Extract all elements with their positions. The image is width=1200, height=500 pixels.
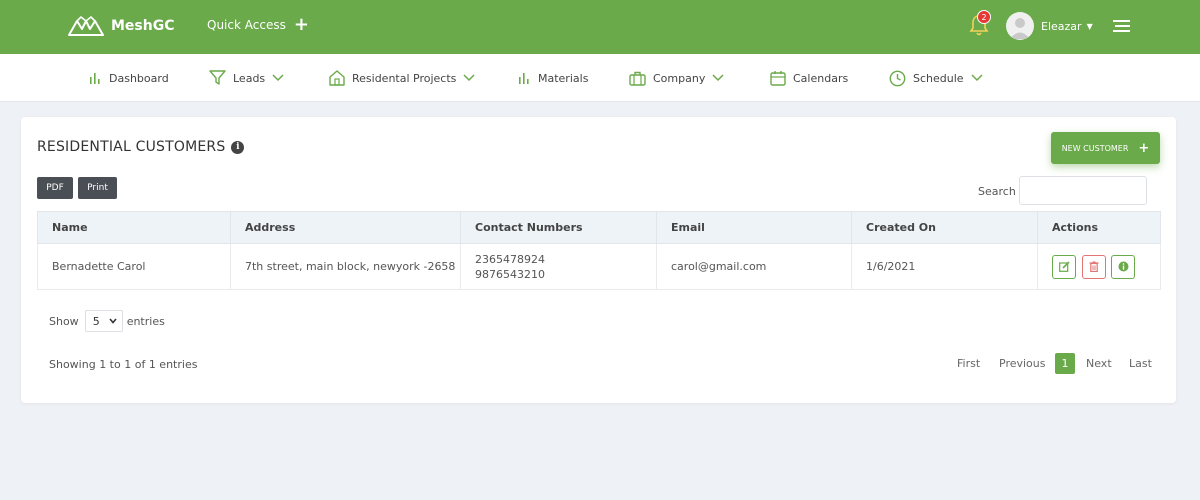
info-button[interactable] (1111, 254, 1135, 279)
nav-calendars[interactable]: Calendars (770, 54, 848, 102)
info-icon[interactable]: i (231, 140, 245, 154)
print-button[interactable]: Print (78, 177, 117, 199)
chevron-down-icon (971, 74, 983, 82)
nav-schedule-label: Schedule (913, 71, 964, 85)
customers-card: RESIDENTIAL CUSTOMERS i NEW CUSTOMER + P… (21, 117, 1176, 403)
show-label: Show (49, 314, 79, 328)
nav-calendars-label: Calendars (793, 71, 849, 85)
entries-label: entries (126, 314, 165, 328)
row-actions (1037, 243, 1161, 290)
user-name: Eleazar (1041, 19, 1082, 33)
customer-email: carol@gmail.com (656, 243, 852, 290)
table-info: Showing 1 to 1 of 1 entries (49, 358, 198, 371)
new-customer-button[interactable]: NEW CUSTOMER + (1051, 132, 1160, 164)
customer-contact: 2365478924 9876543210 (460, 243, 657, 290)
app-name: MeshGC (111, 18, 175, 34)
nav-company-label: Company (653, 71, 706, 85)
clock-icon (889, 70, 906, 86)
quick-access-label: Quick Access (207, 18, 286, 32)
nav-schedule[interactable]: Schedule (889, 54, 990, 102)
nav-materials-label: Materials (538, 71, 589, 85)
top-bar: MeshGC Quick Access + 2 Eleazar ▼ (0, 0, 1200, 54)
avatar (1006, 12, 1034, 40)
nav-dashboard-label: Dashboard (109, 71, 169, 85)
pagination-previous[interactable]: Previous (999, 353, 1046, 374)
new-customer-label: NEW CUSTOMER (1061, 143, 1129, 153)
table-row: Bernadette Carol 7th street, main block,… (37, 243, 1161, 290)
info-circle-icon (1118, 261, 1128, 272)
entries-select[interactable]: 5 (84, 310, 123, 332)
pagination-next[interactable]: Next (1086, 353, 1112, 374)
mesh-logo-icon (68, 16, 104, 36)
nav-residental-projects[interactable]: Residental Projects (329, 54, 482, 102)
chevron-down-icon (109, 318, 117, 324)
column-header-actions: Actions (1037, 211, 1161, 244)
edit-icon (1058, 261, 1070, 272)
customer-created-on: 1/6/2021 (851, 243, 1038, 290)
search-input[interactable] (1019, 176, 1147, 205)
bar-chart-icon (90, 73, 100, 84)
quick-access-button[interactable]: Quick Access + (207, 14, 309, 35)
column-header-created[interactable]: Created On (851, 211, 1038, 244)
customer-phone: 2365478924 (475, 252, 545, 266)
app-logo[interactable]: MeshGC (68, 15, 175, 37)
nav-leads-label: Leads (233, 71, 266, 85)
plus-icon: + (293, 14, 309, 35)
customers-table: Name Address Contact Numbers Email Creat… (37, 211, 1161, 290)
entries-select-value: 5 (92, 314, 100, 328)
pagination-first[interactable]: First (957, 353, 980, 374)
nav-residental-projects-label: Residental Projects (352, 71, 457, 85)
notification-badge: 2 (977, 10, 991, 24)
page-title-text: RESIDENTIAL CUSTOMERS (37, 139, 226, 155)
nav-materials[interactable]: Materials (517, 54, 588, 102)
nav-company[interactable]: Company (629, 54, 731, 102)
column-header-name[interactable]: Name (37, 211, 231, 244)
page-title: RESIDENTIAL CUSTOMERS i (37, 139, 245, 155)
briefcase-icon (629, 71, 646, 86)
customer-name: Bernadette Carol (37, 243, 231, 290)
entries-length-control: Show 5 entries (49, 310, 165, 332)
table-header-row: Name Address Contact Numbers Email Creat… (37, 211, 1161, 244)
trash-icon (1089, 261, 1098, 273)
user-menu[interactable]: Eleazar ▼ (1006, 12, 1093, 40)
hamburger-menu-icon[interactable] (1113, 19, 1130, 33)
main-nav: Dashboard Leads Residental Projects Mate… (0, 54, 1200, 102)
delete-button[interactable] (1081, 254, 1106, 279)
customer-address: 7th street, main block, newyork -2658 (230, 243, 461, 290)
calendar-icon (770, 71, 786, 86)
bar-chart-icon (519, 73, 529, 84)
customer-phone: 9876543210 (475, 267, 545, 281)
home-icon (329, 70, 345, 86)
pagination-last[interactable]: Last (1129, 353, 1152, 374)
filter-icon (209, 70, 226, 85)
chevron-down-icon (463, 74, 475, 82)
chevron-down-icon: ▼ (1086, 21, 1093, 31)
column-header-contact[interactable]: Contact Numbers (460, 211, 657, 244)
edit-button[interactable] (1052, 254, 1076, 279)
search-label: Search (978, 185, 1016, 198)
chevron-down-icon (712, 74, 724, 82)
chevron-down-icon (272, 74, 284, 82)
column-header-address[interactable]: Address (230, 211, 461, 244)
column-header-email[interactable]: Email (656, 211, 852, 244)
pdf-button[interactable]: PDF (37, 177, 73, 199)
plus-icon: + (1138, 140, 1150, 156)
nav-leads[interactable]: Leads (209, 54, 291, 102)
pagination-page-1[interactable]: 1 (1055, 353, 1075, 374)
nav-dashboard[interactable]: Dashboard (88, 54, 169, 102)
